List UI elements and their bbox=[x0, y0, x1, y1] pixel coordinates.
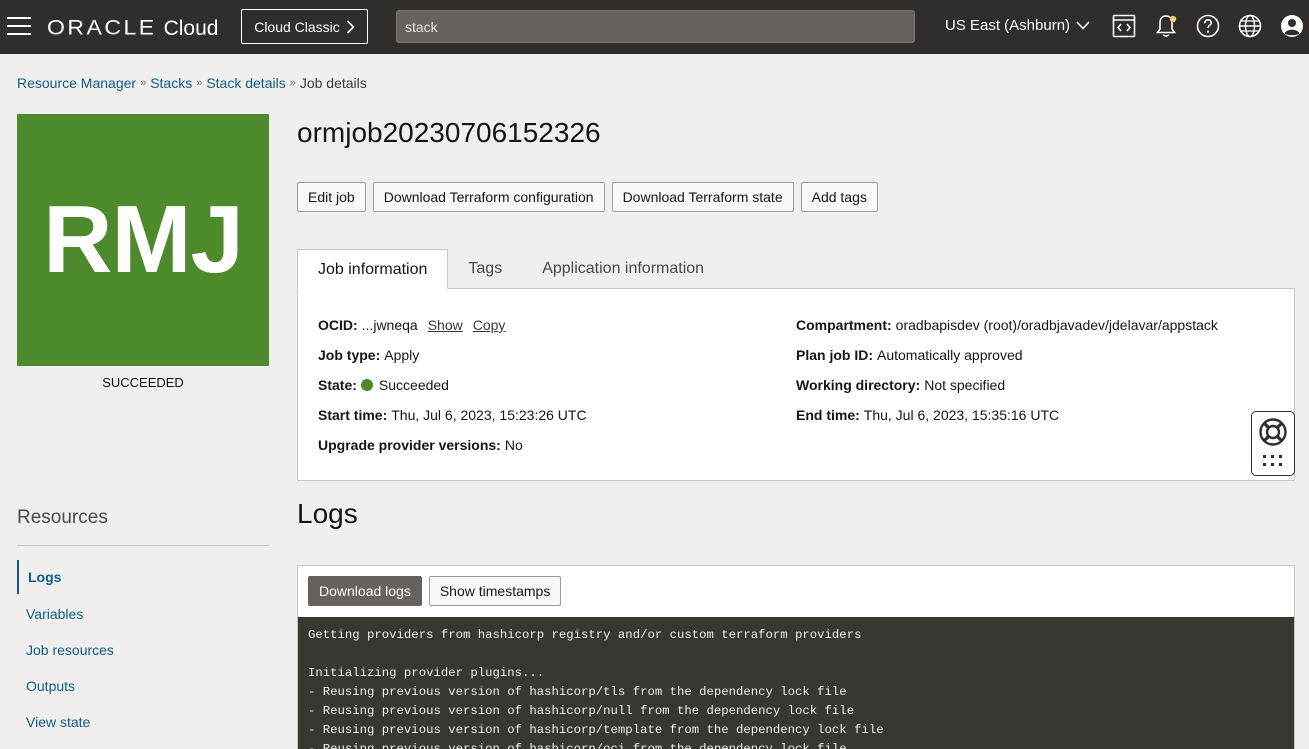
job-avatar-tile: RMJ bbox=[17, 114, 269, 366]
globe-icon[interactable] bbox=[1237, 13, 1263, 39]
log-line: Getting providers from hashicorp registr… bbox=[308, 628, 862, 642]
upgrade-provider-value: No bbox=[504, 437, 523, 453]
breadcrumb-separator-icon: » bbox=[196, 77, 203, 89]
edit-job-button[interactable]: Edit job bbox=[297, 182, 366, 212]
log-line: Initializing provider plugins... bbox=[308, 666, 545, 680]
tab-tags[interactable]: Tags bbox=[448, 249, 522, 289]
job-type-row: Job type: Apply bbox=[318, 347, 419, 363]
compartment-label: Compartment: bbox=[796, 317, 892, 333]
detail-tabs: Job information Tags Application informa… bbox=[297, 249, 724, 289]
compartment-row: Compartment: oradbapisdev (root)/oradbja… bbox=[796, 317, 1218, 333]
menu-icon[interactable] bbox=[7, 17, 31, 37]
state-success-dot-icon bbox=[360, 379, 373, 391]
search-input[interactable] bbox=[396, 10, 915, 43]
working-directory-row: Working directory: Not specified bbox=[796, 377, 1005, 393]
end-time-row: End time: Thu, Jul 6, 2023, 15:35:16 UTC bbox=[796, 407, 1059, 423]
end-time-value: Thu, Jul 6, 2023, 15:35:16 UTC bbox=[863, 407, 1060, 423]
start-time-row: Start time: Thu, Jul 6, 2023, 15:23:26 U… bbox=[318, 407, 587, 423]
working-directory-value: Not specified bbox=[924, 377, 1006, 393]
resources-divider bbox=[17, 545, 269, 546]
profile-icon[interactable] bbox=[1279, 13, 1305, 39]
floating-help-widget bbox=[1251, 411, 1295, 476]
log-console[interactable]: Getting providers from hashicorp registr… bbox=[298, 617, 1294, 749]
ocid-value: ...jwneqa bbox=[361, 317, 418, 333]
logo-cloud-text: Cloud bbox=[163, 17, 219, 40]
resources-heading: Resources bbox=[17, 507, 108, 528]
working-directory-label: Working directory: bbox=[796, 377, 921, 393]
breadcrumb-separator-icon: » bbox=[140, 77, 147, 89]
resources-item-view-state[interactable]: View state bbox=[17, 704, 269, 740]
log-line: - Reusing previous version of hashicorp/… bbox=[308, 685, 847, 699]
bell-icon[interactable] bbox=[1153, 13, 1179, 39]
oracle-cloud-logo[interactable]: ORACLE Cloud bbox=[47, 14, 218, 40]
job-status-label: SUCCEEDED bbox=[102, 375, 184, 390]
region-selector[interactable]: US East (Ashburn) bbox=[945, 17, 1090, 34]
breadcrumb: Resource Manager » Stacks » Stack detail… bbox=[17, 75, 367, 91]
tab-job-information[interactable]: Job information bbox=[297, 249, 449, 289]
logs-heading: Logs bbox=[297, 498, 358, 529]
state-value: Succeeded bbox=[378, 377, 449, 393]
breadcrumb-stack-details[interactable]: Stack details bbox=[206, 75, 285, 91]
job-information-panel: OCID: ...jwneqa Show Copy Job type: Appl… bbox=[297, 288, 1295, 481]
download-logs-button[interactable]: Download logs bbox=[308, 576, 422, 606]
state-row: State: Succeeded bbox=[318, 377, 449, 393]
breadcrumb-stacks[interactable]: Stacks bbox=[150, 75, 192, 91]
resources-item-outputs[interactable]: Outputs bbox=[17, 668, 269, 704]
page-title: ormjob20230706152326 bbox=[297, 117, 601, 148]
add-tags-button[interactable]: Add tags bbox=[800, 182, 878, 212]
log-line: ​ bbox=[308, 645, 1284, 664]
logs-toolbar: Download logs Show timestamps bbox=[308, 576, 562, 606]
ocid-show-link[interactable]: Show bbox=[428, 317, 463, 333]
breadcrumb-resource-manager[interactable]: Resource Manager bbox=[17, 75, 136, 91]
resources-item-job-resources[interactable]: Job resources bbox=[17, 632, 269, 668]
chevron-right-icon bbox=[346, 19, 355, 34]
download-terraform-configuration-button[interactable]: Download Terraform configuration bbox=[372, 182, 605, 212]
compartment-value: oradbapisdev (root)/oradbjavadev/jdelava… bbox=[895, 317, 1218, 333]
logs-panel: Download logs Show timestamps Getting pr… bbox=[297, 565, 1295, 749]
job-type-label: Job type: bbox=[318, 347, 381, 363]
help-icon[interactable] bbox=[1195, 13, 1221, 39]
ocid-label: OCID: bbox=[318, 317, 358, 333]
lifebuoy-icon[interactable] bbox=[1258, 417, 1288, 447]
grid-dots-icon[interactable] bbox=[1263, 454, 1283, 468]
breadcrumb-separator-icon: » bbox=[289, 77, 296, 89]
resources-nav: Logs Variables Job resources Outputs Vie… bbox=[17, 560, 269, 740]
cloud-classic-label: Cloud Classic bbox=[254, 18, 340, 35]
breadcrumb-current: Job details bbox=[299, 75, 367, 91]
code-editor-icon[interactable] bbox=[1111, 13, 1137, 39]
logo-oracle-text: ORACLE bbox=[47, 15, 157, 39]
tab-application-information[interactable]: Application information bbox=[522, 249, 724, 289]
log-line: - Reusing previous version of hashicorp/… bbox=[308, 723, 884, 737]
log-line: - Reusing previous version of hashicorp/… bbox=[308, 742, 847, 749]
job-avatar-initials: RMJ bbox=[43, 186, 244, 293]
resources-item-variables[interactable]: Variables bbox=[17, 596, 269, 632]
start-time-value: Thu, Jul 6, 2023, 15:23:26 UTC bbox=[391, 407, 587, 423]
ocid-row: OCID: ...jwneqa Show Copy bbox=[318, 317, 505, 333]
download-terraform-state-button[interactable]: Download Terraform state bbox=[611, 182, 794, 212]
plan-job-id-row: Plan job ID: Automatically approved bbox=[796, 347, 1023, 363]
job-type-value: Apply bbox=[384, 347, 420, 363]
log-line: - Reusing previous version of hashicorp/… bbox=[308, 704, 855, 718]
resources-item-logs[interactable]: Logs bbox=[17, 560, 269, 594]
start-time-label: Start time: bbox=[318, 407, 388, 423]
chevron-down-icon bbox=[1076, 21, 1090, 30]
cloud-classic-button[interactable]: Cloud Classic bbox=[241, 9, 368, 44]
end-time-label: End time: bbox=[796, 407, 860, 423]
top-navigation-bar: ORACLE Cloud Cloud Classic US East (Ashb… bbox=[0, 0, 1309, 54]
job-actions-toolbar: Edit job Download Terraform configuratio… bbox=[297, 182, 878, 212]
plan-job-id-value: Automatically approved bbox=[877, 347, 1023, 363]
show-timestamps-button[interactable]: Show timestamps bbox=[428, 576, 562, 606]
region-label: US East (Ashburn) bbox=[945, 17, 1071, 34]
plan-job-id-label: Plan job ID: bbox=[796, 347, 873, 363]
upgrade-provider-row: Upgrade provider versions: No bbox=[318, 437, 523, 453]
state-label: State: bbox=[318, 377, 357, 393]
ocid-copy-link[interactable]: Copy bbox=[473, 317, 506, 333]
upgrade-provider-label: Upgrade provider versions: bbox=[318, 437, 501, 453]
